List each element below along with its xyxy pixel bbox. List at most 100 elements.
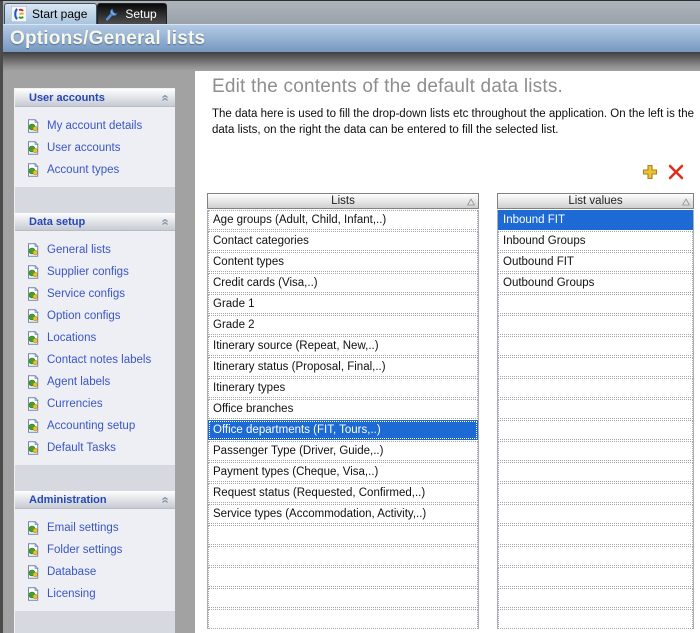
list-value-row-empty (498, 294, 693, 314)
lists-row-request-status-requested-confirmed[interactable]: Request status (Requested, Confirmed,..) (208, 483, 478, 503)
lists-row-grade-2[interactable]: Grade 2 (208, 315, 478, 335)
tab-setup-label: Setup (125, 7, 156, 21)
list-document-icon (26, 331, 40, 345)
group-content: Email settings Folder settings Database Lic… (15, 509, 175, 611)
lists-row-grade-1[interactable]: Grade 1 (208, 294, 478, 314)
list-value-row-outbound-groups[interactable]: Outbound Groups (498, 273, 693, 293)
group-header-user-accounts[interactable]: User accounts« (15, 89, 175, 107)
list-document-icon (26, 543, 40, 557)
lists-row-credit-cards-visa[interactable]: Credit cards (Visa,..) (208, 273, 478, 293)
page-title-bar: Options/General lists (0, 24, 700, 52)
sidebar-group-data-setup: Data setup « General lists Supplier configs… (15, 213, 175, 465)
list-value-row-inbound-fit[interactable]: Inbound FIT (498, 210, 693, 230)
sidebar-item-contact-notes-labels[interactable]: Contact notes labels (15, 349, 175, 371)
tab-setup[interactable]: Setup (97, 3, 166, 24)
lists-row-office-departments-fit-tours[interactable]: Office departments (FIT, Tours,..) (208, 420, 478, 440)
sidebar-item-default-tasks[interactable]: Default Tasks (15, 437, 175, 459)
list-document-icon (26, 441, 40, 455)
sidebar-item-label: Accounting setup (47, 420, 135, 432)
lists-table: Lists Age groups (Adult, Child, Infant,.… (207, 193, 479, 630)
sidebar-item-supplier-configs[interactable]: Supplier configs (15, 261, 175, 283)
lists-row-office-branches[interactable]: Office branches (208, 399, 478, 419)
lists-row-empty (208, 588, 478, 608)
lists-row-itinerary-source-repeat-new[interactable]: Itinerary source (Repeat, New,..) (208, 336, 478, 356)
sidebar-item-label: Email settings (47, 522, 119, 534)
add-value-button plus-icon[interactable] (640, 162, 660, 182)
sidebar-item-label: Database (47, 566, 96, 578)
sidebar-item-my-account-details[interactable]: My account details (15, 115, 175, 137)
lists-row-itinerary-status-proposal-final[interactable]: Itinerary status (Proposal, Final,..) (208, 357, 478, 377)
group-title: Administration (29, 494, 107, 506)
list-value-row-empty (498, 441, 693, 461)
lists-row-content-types[interactable]: Content types (208, 252, 478, 272)
sidebar-group-user-accounts: User accounts«My account detailsUser acc… (15, 89, 175, 187)
lists-table-body: Age groups (Adult, Child, Infant,..)Cont… (207, 210, 479, 629)
sidebar-item-label: Option configs (47, 310, 121, 322)
list-document-icon (26, 309, 40, 323)
sidebar-item-folder-settings[interactable]: Folder settings (15, 539, 175, 561)
lists-row-empty (208, 609, 478, 629)
list-document-icon (26, 353, 40, 367)
sidebar-item-label: Locations (47, 332, 96, 344)
tab-start-page[interactable]: Start page (4, 3, 97, 24)
collapse-chevron-icon[interactable]: « (160, 496, 170, 503)
sidebar-item-label: Folder settings (47, 544, 122, 556)
lists-row-age-groups-adult-child-infant[interactable]: Age groups (Adult, Child, Infant,..) (208, 210, 478, 230)
list-value-row-empty (498, 336, 693, 356)
collapse-chevron-icon[interactable]: « (160, 218, 170, 225)
list-document-icon (26, 119, 40, 133)
group-title: Data setup (29, 216, 85, 228)
sidebar-item-currencies[interactable]: Currencies (15, 393, 175, 415)
lists-row-service-types-accommodation-activity[interactable]: Service types (Accommodation, Activity,.… (208, 504, 478, 524)
list-document-icon (26, 565, 40, 579)
list-value-row-empty (498, 567, 693, 587)
sidebar-item-service-configs[interactable]: Service configs (15, 283, 175, 305)
window-frame-edge (0, 0, 700, 1)
list-document-icon (26, 141, 40, 155)
lists-row-passenger-type-driver-guide[interactable]: Passenger Type (Driver, Guide,..) (208, 441, 478, 461)
sidebar-item-email-settings[interactable]: Email settings (15, 517, 175, 539)
wrench-icon (104, 6, 120, 22)
list-document-icon (26, 375, 40, 389)
list-value-row-outbound-fit[interactable]: Outbound FIT (498, 252, 693, 272)
sidebar-item-general-lists[interactable]: General lists (15, 239, 175, 261)
sidebar-item-licensing[interactable]: Licensing (15, 583, 175, 605)
sidebar-item-accounting-setup[interactable]: Accounting setup (15, 415, 175, 437)
list-values-table: List values Inbound FITInbound GroupsOut… (497, 193, 694, 630)
list-value-row-empty (498, 462, 693, 482)
group-header-administration[interactable]: Administration « (15, 491, 175, 509)
list-value-row-inbound-groups[interactable]: Inbound Groups (498, 231, 693, 251)
sidebar-item-database[interactable]: Database (15, 561, 175, 583)
tab-start-page-label: Start page (32, 7, 87, 21)
group-content: General lists Supplier configs Service con… (15, 231, 175, 465)
sidebar-item-label: Agent labels (47, 376, 110, 388)
sidebar-item-label: Supplier configs (47, 266, 129, 278)
lists-row-contact-categories[interactable]: Contact categories (208, 231, 478, 251)
sidebar-group-administration: Administration « Email settings Folder sett… (15, 491, 175, 611)
sidebar-item-user-accounts[interactable]: User accounts (15, 137, 175, 159)
list-document-icon (26, 287, 40, 301)
lists-row-payment-types-cheque-visa[interactable]: Payment types (Cheque, Visa,..) (208, 462, 478, 482)
group-header-data-setup[interactable]: Data setup « (15, 213, 175, 231)
content-heading: Edit the contents of the default data li… (212, 76, 563, 98)
list-document-icon (26, 265, 40, 279)
lists-row-empty (208, 546, 478, 566)
sidebar-item-agent-labels[interactable]: Agent labels (15, 371, 175, 393)
sidebar-item-label: Contact notes labels (47, 354, 151, 366)
list-values-table-header[interactable]: List values (497, 193, 694, 209)
delete-value-button delete-x-icon[interactable] (666, 162, 686, 182)
sidebar-item-label: My account details (47, 120, 142, 132)
collapse-chevron-icon[interactable]: « (160, 94, 170, 101)
list-document-icon (26, 397, 40, 411)
title-shadow-strip (0, 52, 700, 71)
sidebar-item-option-configs[interactable]: Option configs (15, 305, 175, 327)
sidebar-item-account-types[interactable]: Account types (15, 159, 175, 181)
list-value-row-empty (498, 315, 693, 335)
lists-table-header[interactable]: Lists (207, 193, 479, 209)
list-document-icon (26, 163, 40, 177)
sidebar-item-locations[interactable]: Locations (15, 327, 175, 349)
list-value-row-empty (498, 420, 693, 440)
sidebar-item-label: Licensing (47, 588, 96, 600)
lists-table-header-label: Lists (331, 195, 355, 207)
lists-row-itinerary-types[interactable]: Itinerary types (208, 378, 478, 398)
